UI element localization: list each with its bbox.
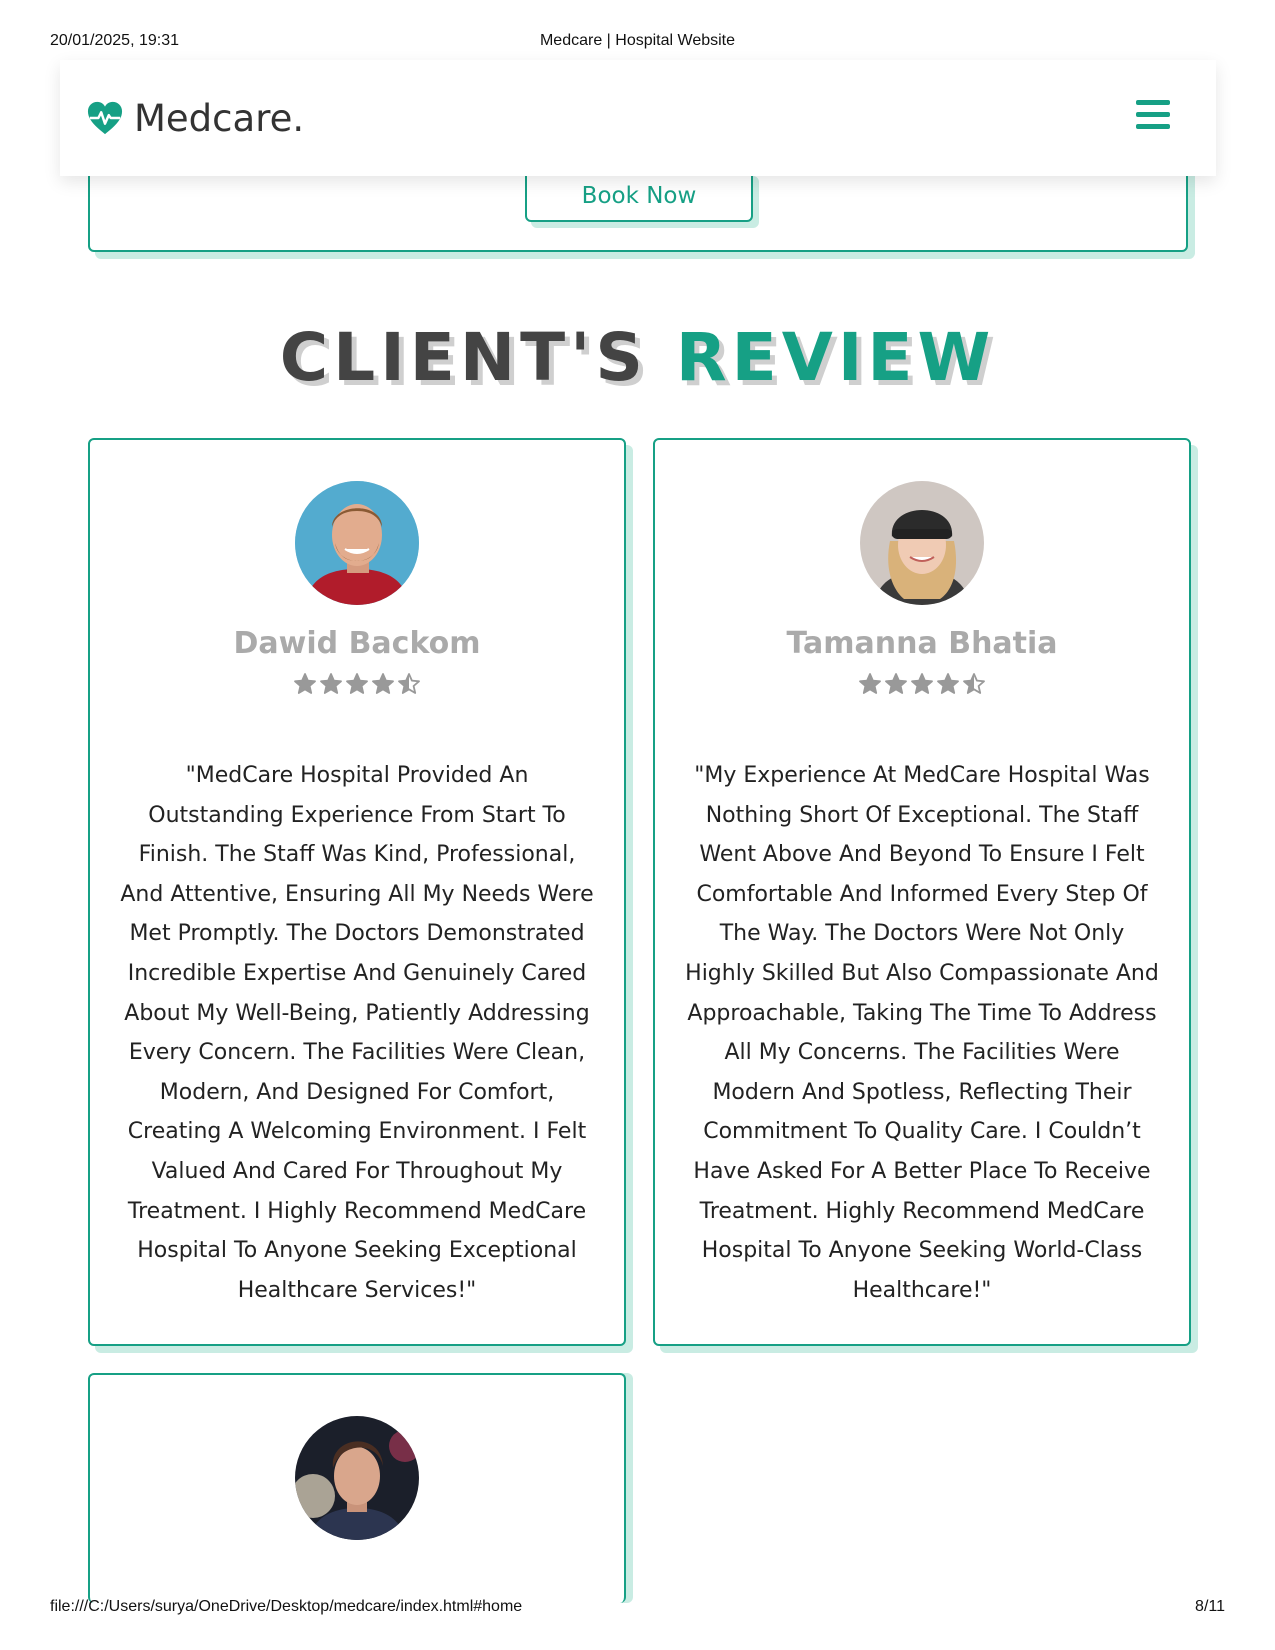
- star-half-icon: [398, 673, 420, 694]
- print-url: file:///C:/Users/surya/OneDrive/Desktop/…: [50, 1598, 523, 1615]
- review-card: Tamanna Bhatia "My Experience At MedCare…: [653, 438, 1191, 1346]
- avatar: [860, 481, 984, 605]
- star-full-icon: [937, 673, 959, 694]
- section-heading: CLIENT'S REVIEW: [0, 318, 1275, 398]
- star-full-icon: [294, 673, 316, 694]
- logo[interactable]: Medcare.: [86, 88, 304, 148]
- avatar: [295, 481, 419, 605]
- heartbeat-icon: [87, 101, 123, 135]
- star-half-icon: [963, 673, 985, 694]
- site-header: Medcare.: [60, 60, 1216, 176]
- star-full-icon: [372, 673, 394, 694]
- print-page-number: 8/11: [1195, 1598, 1225, 1615]
- rating-stars: [655, 672, 1189, 700]
- review-text: "MedCare Hospital Provided An Outstandin…: [120, 763, 594, 1303]
- book-now-button[interactable]: Book Now: [525, 170, 753, 222]
- review-card: Dawid Backom "MedCare Hospital Provided …: [88, 438, 626, 1346]
- star-full-icon: [859, 673, 881, 694]
- star-full-icon: [346, 673, 368, 694]
- star-full-icon: [320, 673, 342, 694]
- rating-stars: [90, 672, 624, 700]
- review-card: [88, 1373, 626, 1603]
- heading-part-2: REVIEW: [675, 319, 996, 396]
- heading-part-1: CLIENT'S: [279, 319, 648, 396]
- hamburger-menu-icon[interactable]: [1136, 100, 1170, 132]
- print-header: 20/01/2025, 19:31 Medcare | Hospital Web…: [0, 32, 1275, 52]
- reviewer-name: Tamanna Bhatia: [786, 626, 1058, 661]
- print-page-title: Medcare | Hospital Website: [539, 32, 736, 49]
- avatar: [295, 1416, 419, 1540]
- star-full-icon: [885, 673, 907, 694]
- star-full-icon: [911, 673, 933, 694]
- logo-text: Medcare.: [134, 96, 305, 140]
- print-footer: file:///C:/Users/surya/OneDrive/Desktop/…: [0, 1598, 1275, 1618]
- review-text: "My Experience At MedCare Hospital Was N…: [685, 763, 1159, 1303]
- reviewer-name: Dawid Backom: [233, 626, 481, 661]
